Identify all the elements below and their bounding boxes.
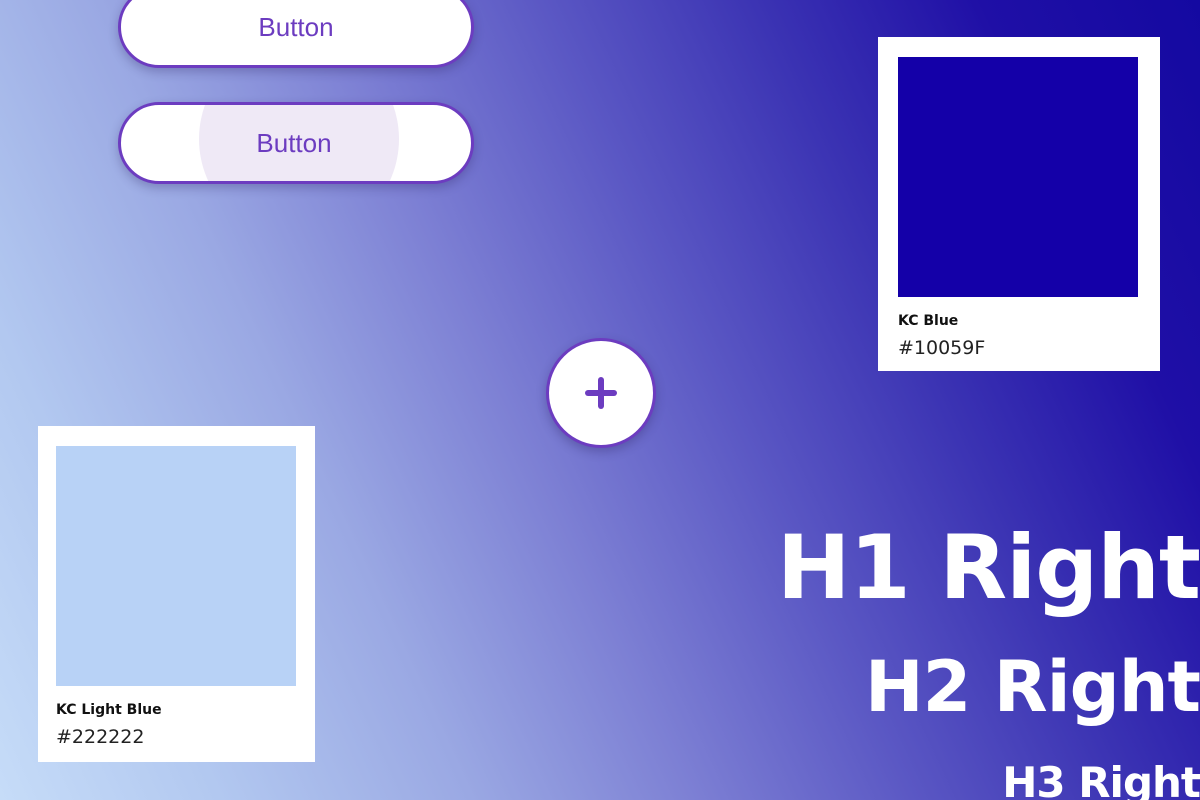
swatch-hex: #10059F	[898, 337, 986, 359]
heading-h1: H1 Right	[776, 516, 1200, 619]
button-pressed[interactable]: Button	[118, 102, 474, 184]
swatch-card-kc-light-blue: KC Light Blue #222222	[38, 426, 315, 762]
swatch-name: KC Light Blue	[56, 702, 162, 718]
heading-h2: H2 Right	[865, 646, 1200, 728]
swatch-hex: #222222	[56, 726, 145, 748]
plus-icon	[585, 377, 617, 409]
swatch-color-kc-light-blue	[56, 446, 296, 686]
button-default-label: Button	[258, 11, 334, 42]
button-pressed-label: Button	[256, 127, 332, 158]
add-fab-button[interactable]	[546, 338, 656, 448]
swatch-color-kc-blue	[898, 57, 1138, 297]
heading-h3: H3 Right	[1002, 758, 1200, 800]
swatch-card-kc-blue: KC Blue #10059F	[878, 37, 1160, 371]
swatch-name: KC Blue	[898, 313, 959, 329]
button-default[interactable]: Button	[118, 0, 474, 68]
